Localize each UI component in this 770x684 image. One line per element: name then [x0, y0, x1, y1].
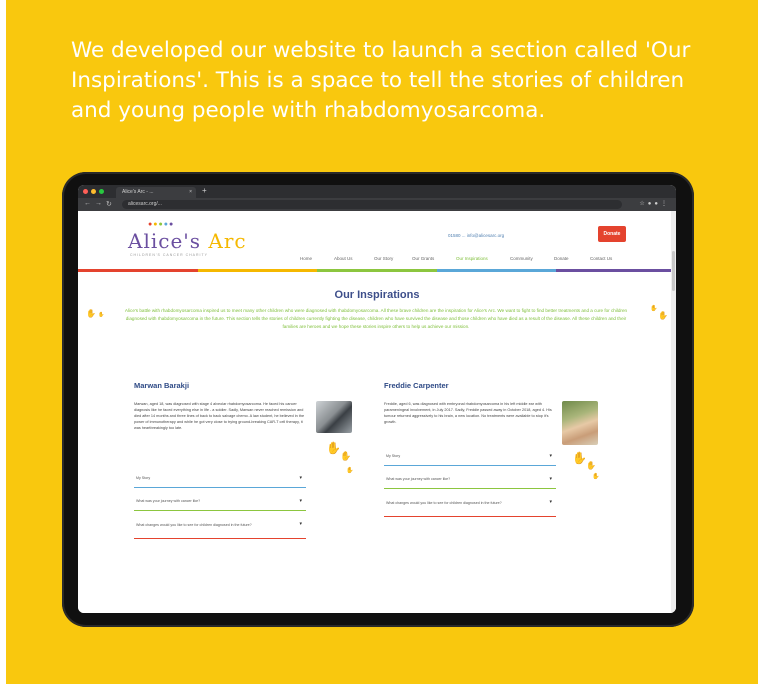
- logo-main-text: Alice's: [128, 229, 202, 253]
- browser-tab-title: Alice's Arc - ...: [122, 189, 154, 195]
- card-text: Freddie, aged 6, was diagnosed with embr…: [384, 402, 552, 424]
- chevron-down-icon: ▾: [549, 476, 552, 482]
- accordion-item[interactable]: What was your journey with cancer like? ▾: [384, 474, 556, 489]
- menu-item-grants[interactable]: Our Grants: [412, 256, 434, 261]
- accordion-label: What changes would you like to see for c…: [386, 501, 502, 505]
- rainbow-divider: [78, 269, 676, 272]
- chevron-down-icon: ▾: [299, 498, 302, 504]
- accordion-label: My Story: [136, 476, 151, 480]
- accordion-rule: [384, 487, 556, 489]
- logo-dots-icon: ●●●●●: [148, 221, 175, 228]
- accordion-rule: [134, 509, 306, 511]
- handprint-icon: ✋: [86, 309, 96, 318]
- close-tab-icon[interactable]: ×: [189, 187, 192, 198]
- handprint-icon: ✋: [586, 461, 596, 470]
- accordion-label: What was your journey with cancer like?: [136, 499, 201, 503]
- minimize-window-icon[interactable]: [91, 189, 96, 194]
- card-name: Marwan Barakji: [134, 381, 190, 390]
- back-icon[interactable]: ←: [84, 200, 91, 207]
- browser-tab[interactable]: Alice's Arc - ... ×: [116, 187, 196, 198]
- accordion-label: What changes would you like to see for c…: [136, 523, 252, 527]
- logo-subtitle: CHILDREN'S CANCER CHARITY: [130, 253, 208, 257]
- child-photo: [316, 401, 352, 433]
- accordion-rule: [134, 537, 306, 539]
- page-intro: Alice's battle with rhabdomyosarcoma ins…: [124, 308, 628, 329]
- url-text: alicesarc.org/...: [128, 201, 162, 207]
- page-title: Our Inspirations: [334, 289, 420, 301]
- tablet-device: Alice's Arc - ... × + ← → ↻ alicesarc.or…: [62, 172, 694, 627]
- handprint-icon: ✋: [346, 468, 354, 474]
- toolbar-icons[interactable]: ☆●●⋮: [639, 200, 670, 207]
- accordion-item[interactable]: My Story ▾: [384, 451, 556, 466]
- menu-item-inspirations[interactable]: Our Inspirations: [456, 256, 488, 261]
- menu-item-story[interactable]: Our Story: [374, 256, 393, 261]
- handprint-icon: ✋: [326, 441, 341, 455]
- donate-button[interactable]: Donate: [598, 226, 626, 242]
- logo-arc-text: Arc: [208, 229, 247, 253]
- menu-item-contact[interactable]: Contact Us: [590, 256, 612, 261]
- accordion-rule: [134, 486, 306, 488]
- topbar-contact[interactable]: 01580 ... info@alicesarc.org: [448, 233, 504, 238]
- handprint-icon: ✋: [572, 451, 587, 465]
- chevron-down-icon: ▾: [549, 453, 552, 459]
- card-text: Marwan, aged 18, was diagnosed with stag…: [134, 402, 305, 430]
- chevron-down-icon: ▾: [549, 499, 552, 505]
- accordion-item[interactable]: What changes would you like to see for c…: [384, 497, 556, 517]
- browser-tab-bar: Alice's Arc - ... × +: [78, 185, 676, 198]
- intro-text: We developed our website to launch a sec…: [71, 38, 691, 123]
- handprint-icon: ✋: [340, 451, 352, 461]
- maximize-window-icon[interactable]: [99, 189, 104, 194]
- menu-item-donate[interactable]: Donate: [554, 256, 569, 261]
- menu-item-community[interactable]: Community: [510, 256, 533, 261]
- browser-address-bar: ← → ↻ alicesarc.org/... ☆●●⋮: [78, 198, 676, 211]
- url-field[interactable]: alicesarc.org/...: [122, 200, 622, 209]
- reload-icon[interactable]: ↻: [106, 200, 112, 208]
- accordion-rule: [384, 464, 556, 466]
- scrollbar[interactable]: [671, 211, 676, 613]
- child-photo: [562, 401, 598, 445]
- chevron-down-icon: ▾: [299, 475, 302, 481]
- menu-item-about[interactable]: About Us: [334, 256, 353, 261]
- tablet-screen: Alice's Arc - ... × + ← → ↻ alicesarc.or…: [78, 185, 676, 613]
- accordion-item[interactable]: My Story ▾: [134, 473, 306, 488]
- handprint-icon: ✋: [98, 312, 105, 318]
- chevron-down-icon: ▾: [299, 521, 302, 527]
- handprint-icon: ✋: [592, 474, 600, 480]
- accordion-label: What was your journey with cancer like?: [386, 477, 451, 481]
- card-name: Freddie Carpenter: [384, 381, 449, 390]
- site-logo[interactable]: Alice's Arc: [128, 229, 247, 253]
- accordion-rule: [384, 515, 556, 517]
- handprint-icon: ✋: [658, 311, 668, 320]
- accordion-label: My Story: [386, 454, 401, 458]
- website: ●●●●● Alice's Arc CHILDREN'S CANCER CHAR…: [78, 211, 676, 613]
- new-tab-icon[interactable]: +: [202, 186, 207, 195]
- accordion-item[interactable]: What changes would you like to see for c…: [134, 519, 306, 539]
- forward-icon[interactable]: →: [95, 200, 102, 207]
- handprint-icon: ✋: [650, 306, 658, 312]
- menu-item-home[interactable]: Home: [300, 256, 312, 261]
- accordion-item[interactable]: What was your journey with cancer like? ▾: [134, 496, 306, 511]
- close-window-icon[interactable]: [83, 189, 88, 194]
- scrollbar-thumb[interactable]: [672, 251, 675, 291]
